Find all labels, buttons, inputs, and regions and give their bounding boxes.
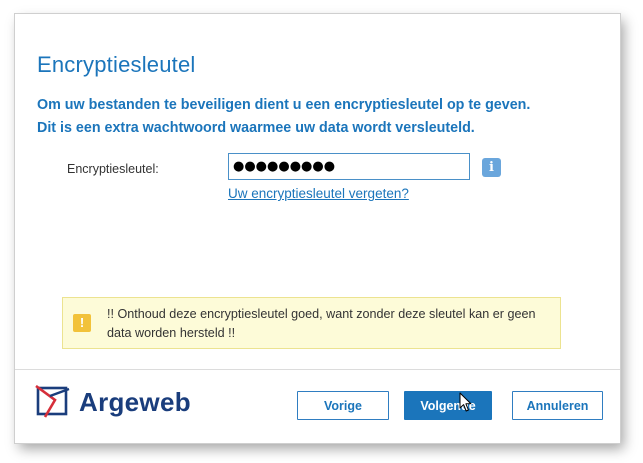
- intro-line-1: Om uw bestanden te beveiligen dient u ee…: [37, 97, 531, 113]
- mouse-cursor-icon: [459, 392, 472, 412]
- previous-button[interactable]: Vorige: [297, 391, 389, 420]
- encryption-key-input[interactable]: [228, 153, 470, 180]
- encryption-key-label: Encryptiesleutel:: [67, 162, 159, 176]
- argeweb-logo: Argeweb: [35, 385, 235, 419]
- logo-text: Argeweb: [79, 387, 191, 417]
- next-button[interactable]: Volgende: [404, 391, 492, 420]
- cancel-button[interactable]: Annuleren: [512, 391, 603, 420]
- warning-text: !! Onthoud deze encryptiesleutel goed, w…: [107, 307, 536, 340]
- dialog-title: Encryptiesleutel: [37, 52, 196, 77]
- intro-text: Om uw bestanden te beveiligen dient u ee…: [37, 94, 607, 140]
- exclamation-icon: !: [73, 314, 91, 332]
- footer-divider: [15, 369, 620, 370]
- warning-box: ! !! Onthoud deze encryptiesleutel goed,…: [62, 297, 561, 349]
- intro-line-2: Dit is een extra wachtwoord waarmee uw d…: [37, 120, 475, 136]
- encryption-key-dialog: Encryptiesleutel Om uw bestanden te beve…: [15, 14, 620, 443]
- argeweb-logo-icon: [35, 385, 70, 418]
- info-icon[interactable]: i: [482, 158, 501, 177]
- forgot-key-link[interactable]: Uw encryptiesleutel vergeten?: [228, 186, 409, 201]
